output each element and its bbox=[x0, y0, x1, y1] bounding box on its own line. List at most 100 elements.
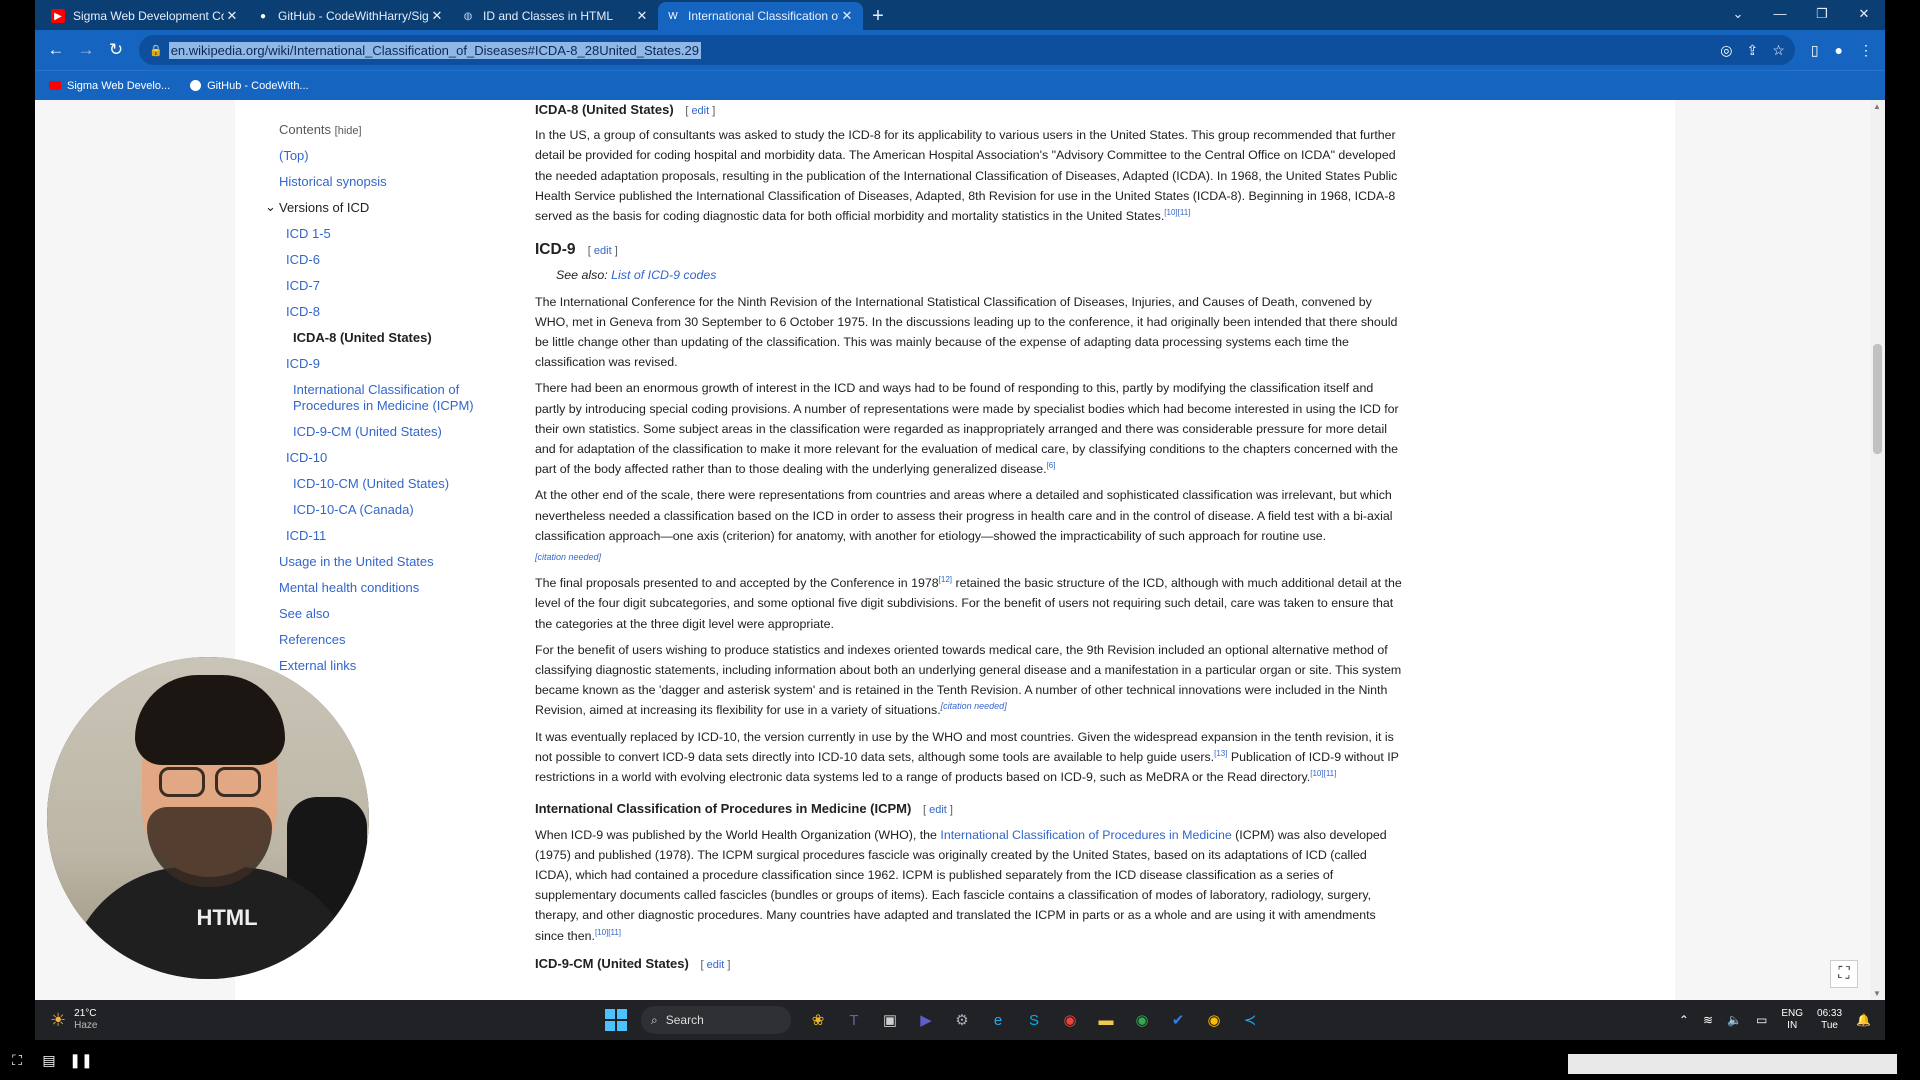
skype-icon[interactable]: S bbox=[1021, 1007, 1047, 1033]
toc-item[interactable]: International Classification of Procedur… bbox=[279, 382, 519, 414]
new-tab-button[interactable]: + bbox=[863, 2, 893, 30]
tab-close-icon[interactable]: ✕ bbox=[634, 8, 650, 24]
toc-item[interactable]: ICDA-8 (United States) bbox=[279, 330, 519, 346]
bookmark-github[interactable]: GitHub - CodeWith... bbox=[190, 80, 309, 92]
volume-icon[interactable]: 🔈 bbox=[1727, 1013, 1742, 1027]
citation-ref[interactable]: [12] bbox=[939, 575, 952, 584]
page-scrollbar[interactable]: ▲ ▼ bbox=[1870, 100, 1885, 1000]
icpm-link[interactable]: International Classification of Procedur… bbox=[940, 828, 1231, 842]
widgets-icon[interactable]: ❀ bbox=[805, 1007, 831, 1033]
meet-icon[interactable]: ▶ bbox=[913, 1007, 939, 1033]
share-icon[interactable]: ⇪ bbox=[1747, 42, 1759, 59]
browser-tab[interactable]: ▶Sigma Web Development Course✕ bbox=[43, 2, 248, 30]
tab-strip: ▶Sigma Web Development Course✕●GitHub - … bbox=[35, 0, 1885, 30]
toc-item[interactable]: ⌄ Versions of ICD bbox=[265, 199, 519, 216]
see-also-link[interactable]: List of ICD-9 codes bbox=[611, 268, 716, 282]
toc-item[interactable]: ICD-9-CM (United States) bbox=[279, 424, 519, 440]
restore-icon[interactable]: ❐ bbox=[1801, 0, 1843, 30]
toc-item[interactable]: Mental health conditions bbox=[279, 580, 519, 596]
edit-link[interactable]: [ edit ] bbox=[685, 105, 715, 117]
tab-close-icon[interactable]: ✕ bbox=[429, 8, 445, 24]
chrome-alt-icon[interactable]: ◉ bbox=[1129, 1007, 1155, 1033]
toc-item[interactable]: ICD 1-5 bbox=[279, 226, 519, 242]
reload-icon[interactable]: ↻ bbox=[101, 40, 131, 60]
toc-item[interactable]: ICD-7 bbox=[279, 278, 519, 294]
pause-icon[interactable]: ❚❚ bbox=[66, 1052, 96, 1069]
vscode-icon[interactable]: ≺ bbox=[1237, 1007, 1263, 1033]
progress-bar[interactable] bbox=[97, 1054, 1897, 1074]
citation-ref[interactable]: [10][11] bbox=[1164, 208, 1190, 217]
lock-icon[interactable]: 🔒 bbox=[149, 44, 163, 57]
explorer-icon[interactable]: ▬ bbox=[1093, 1007, 1119, 1033]
toc-item[interactable]: ICD-6 bbox=[279, 252, 519, 268]
fullscreen-icon[interactable]: ⛶ bbox=[1830, 960, 1858, 988]
scrollbar-thumb[interactable] bbox=[1873, 344, 1882, 454]
teams-icon[interactable]: T bbox=[841, 1007, 867, 1033]
browser-tab[interactable]: WInternational Classification of Dis✕ bbox=[658, 2, 863, 30]
tab-close-icon[interactable]: ✕ bbox=[839, 8, 855, 24]
scroll-up-icon[interactable]: ▲ bbox=[1873, 102, 1881, 111]
google-lens-icon[interactable]: ◎ bbox=[1720, 42, 1732, 59]
browser-tab[interactable]: ● GitHub - CodeWithHarry/Sigma ✕ bbox=[248, 2, 453, 30]
taskbar-search[interactable]: ⌕ Search bbox=[641, 1006, 791, 1034]
edit-link[interactable]: [ edit ] bbox=[700, 959, 730, 971]
browser-tab[interactable]: ◍ ID and Classes in HTML ✕ bbox=[453, 2, 658, 30]
edit-link[interactable]: [ edit ] bbox=[923, 804, 953, 816]
toc-item[interactable]: ICD-9 bbox=[279, 356, 519, 372]
toc-item[interactable]: ICD-8 bbox=[279, 304, 519, 320]
citation-ref[interactable]: [10][11] bbox=[595, 927, 621, 936]
paragraph: At the other end of the scale, there wer… bbox=[535, 488, 1393, 563]
back-icon[interactable]: ← bbox=[41, 40, 71, 60]
citation-ref[interactable]: [13] bbox=[1214, 749, 1227, 758]
wifi-icon[interactable]: ≋ bbox=[1703, 1013, 1713, 1027]
forward-icon[interactable]: → bbox=[71, 40, 101, 60]
toc-item[interactable]: ICD-11 bbox=[279, 528, 519, 544]
bookmark-star-icon[interactable]: ☆ bbox=[1772, 42, 1785, 59]
chrome-icon[interactable]: ◉ bbox=[1057, 1007, 1083, 1033]
edit-link[interactable]: [ edit ] bbox=[588, 245, 618, 257]
notification-bell-icon[interactable]: 🔔 bbox=[1856, 1013, 1871, 1027]
toc-item[interactable]: Historical synopsis bbox=[279, 174, 519, 190]
toc-item[interactable]: References bbox=[279, 632, 519, 648]
toc-item[interactable]: See also bbox=[279, 606, 519, 622]
chrome-active-icon[interactable]: ◉ bbox=[1201, 1007, 1227, 1033]
settings-icon[interactable]: ⚙ bbox=[949, 1007, 975, 1033]
menu-icon[interactable]: ⋮ bbox=[1859, 42, 1873, 59]
toc-hide-link[interactable]: [hide] bbox=[335, 125, 362, 137]
minimize-icon[interactable]: — bbox=[1759, 0, 1801, 30]
scroll-down-icon[interactable]: ▼ bbox=[1873, 989, 1881, 998]
citation-ref[interactable]: [6] bbox=[1047, 461, 1056, 470]
start-button[interactable] bbox=[605, 1009, 627, 1031]
tab-search-icon[interactable]: ⌄ bbox=[1717, 0, 1759, 30]
language-indicator[interactable]: ENG IN bbox=[1781, 1008, 1803, 1032]
toc-item[interactable]: ICD-10 bbox=[279, 450, 519, 466]
edge-icon[interactable]: e bbox=[985, 1007, 1011, 1033]
document-icon[interactable]: ▤ bbox=[34, 1052, 64, 1069]
weather-widget[interactable]: ☀ 21°C Haze bbox=[35, 1008, 235, 1032]
toc-item[interactable]: ICD-10-CA (Canada) bbox=[279, 502, 519, 518]
system-tray: ⌃ ≋ 🔈 ▭ ENG IN 06:33 Tue 🔔 bbox=[1679, 1008, 1871, 1032]
github-icon bbox=[190, 80, 202, 91]
chevron-down-icon[interactable]: ⌄ bbox=[265, 199, 276, 215]
toc-item[interactable]: Usage in the United States bbox=[279, 554, 519, 570]
tab-close-icon[interactable]: ✕ bbox=[224, 8, 240, 24]
bookmark-sigma[interactable]: Sigma Web Develo... bbox=[49, 80, 170, 92]
side-panel-icon[interactable]: ▯ bbox=[1811, 42, 1819, 59]
see-also-hatnote: See also: List of ICD-9 codes bbox=[556, 268, 717, 283]
battery-icon[interactable]: ▭ bbox=[1756, 1013, 1767, 1027]
citation-ref[interactable]: [10][11] bbox=[1310, 769, 1336, 778]
profile-icon[interactable]: ● bbox=[1835, 42, 1843, 59]
todo-icon[interactable]: ✔ bbox=[1165, 1007, 1191, 1033]
address-url[interactable]: en.wikipedia.org/wiki/International_Clas… bbox=[168, 41, 701, 59]
clock[interactable]: 06:33 Tue bbox=[1817, 1008, 1842, 1032]
toc-item[interactable]: ICD-10-CM (United States) bbox=[279, 476, 519, 492]
section-heading-icd9cm: ICD-9-CM (United States) [ edit ] bbox=[535, 955, 731, 971]
fullscreen-toggle-icon[interactable]: ⛶ bbox=[2, 1052, 32, 1069]
taskview-icon[interactable]: ▣ bbox=[877, 1007, 903, 1033]
chevron-up-icon[interactable]: ⌃ bbox=[1679, 1013, 1689, 1027]
citation-needed[interactable]: [citation needed] bbox=[941, 701, 1007, 711]
citation-needed[interactable]: [citation needed] bbox=[535, 552, 601, 562]
toc-item[interactable]: (Top) bbox=[279, 148, 519, 164]
close-window-icon[interactable]: ✕ bbox=[1843, 0, 1885, 30]
address-bar[interactable]: 🔒 en.wikipedia.org/wiki/International_Cl… bbox=[139, 35, 1795, 65]
